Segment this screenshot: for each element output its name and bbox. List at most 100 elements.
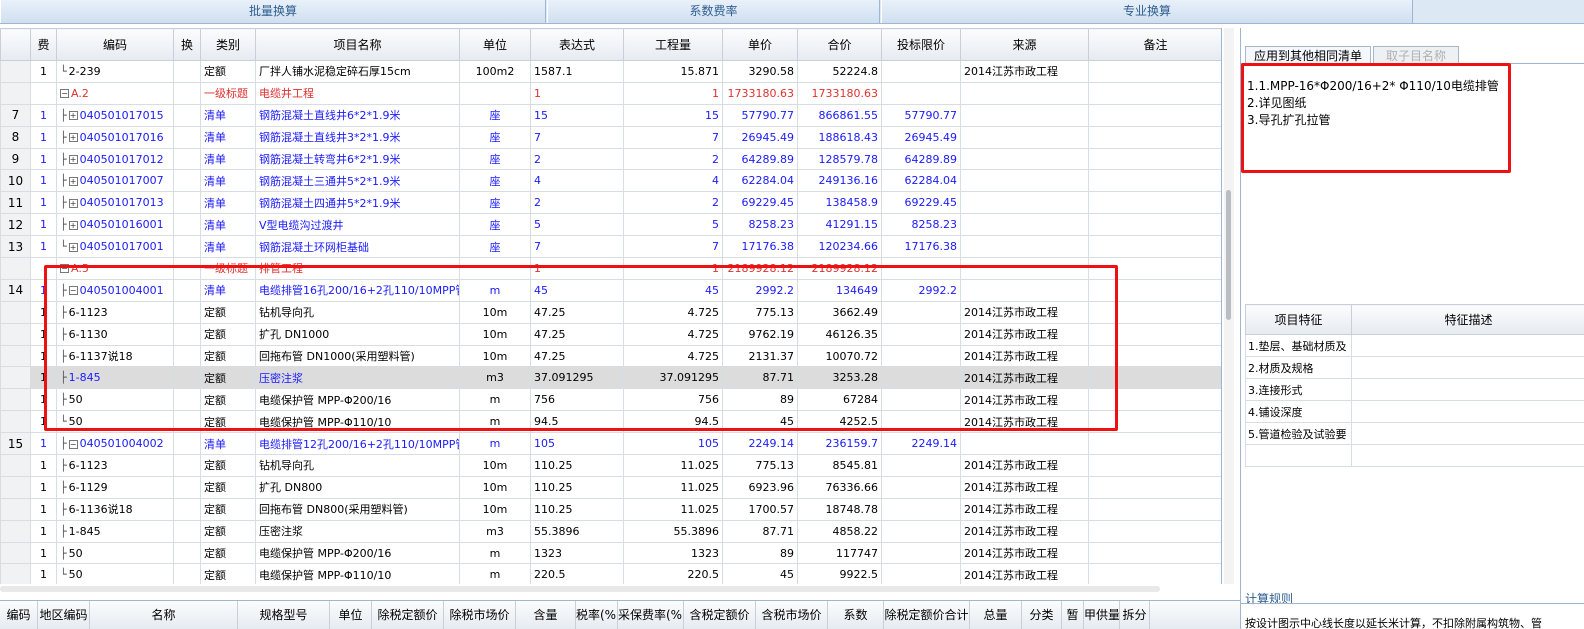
material-col-header[interactable]: 单位	[330, 601, 372, 629]
qty-cell[interactable]: 37.091295	[623, 366, 723, 390]
remark-cell[interactable]	[1088, 278, 1221, 302]
total-cell[interactable]: 9922.5	[797, 563, 882, 584]
expand-icon[interactable]: +	[68, 220, 78, 230]
source-cell[interactable]	[960, 213, 1089, 237]
total-cell[interactable]: 236159.7	[797, 432, 882, 456]
type-cell[interactable]: 定额	[200, 344, 256, 368]
table-row[interactable]: 10 1 ├ +040501017007 清单 钢筋混凝土三通井5*2*1.9米座 4 4 62…	[0, 169, 1221, 193]
swap-cell[interactable]	[173, 344, 201, 368]
fee-cell[interactable]: 1	[30, 322, 57, 346]
remark-cell[interactable]	[1088, 475, 1221, 499]
fee-cell[interactable]: 1	[30, 519, 57, 543]
material-col-header[interactable]: 除税定额价合计	[884, 601, 970, 629]
source-cell[interactable]: 2014江苏市政工程	[960, 519, 1089, 543]
fee-cell[interactable]: 1	[30, 60, 57, 83]
limit-cell[interactable]	[881, 388, 961, 412]
total-cell[interactable]: 3253.28	[797, 366, 882, 390]
collapse-icon[interactable]: −	[60, 89, 69, 99]
type-cell[interactable]: 清单	[200, 432, 256, 456]
price-cell[interactable]: 45	[722, 563, 798, 584]
limit-cell[interactable]: 62284.04	[881, 169, 961, 193]
material-col-header[interactable]: 系数	[828, 601, 884, 629]
type-cell[interactable]: 清单	[200, 169, 256, 193]
fee-cell[interactable]: 1	[30, 235, 57, 259]
remark-cell[interactable]	[1088, 454, 1221, 477]
name-cell[interactable]: 钻机导向孔	[255, 454, 460, 477]
source-cell[interactable]: 2014江苏市政工程	[960, 475, 1089, 499]
name-cell[interactable]: 压密注浆	[255, 519, 460, 543]
limit-cell[interactable]	[881, 344, 961, 368]
price-cell[interactable]: 9762.19	[722, 322, 798, 346]
qty-cell[interactable]: 45	[623, 278, 723, 302]
type-cell[interactable]: 定额	[200, 322, 256, 346]
tab-apply-same-list[interactable]: 应用到其他相同清单	[1245, 46, 1371, 65]
qty-cell[interactable]: 4.725	[623, 300, 723, 324]
remark-cell[interactable]	[1088, 147, 1221, 171]
limit-cell[interactable]: 69229.45	[881, 191, 961, 215]
total-cell[interactable]: 10070.72	[797, 344, 882, 368]
col-code[interactable]: 编码	[56, 28, 174, 61]
limit-cell[interactable]: 2992.2	[881, 278, 961, 302]
qty-cell[interactable]: 2	[623, 191, 723, 215]
table-row[interactable]: 11 1 ├ +040501017013 清单 钢筋混凝土四通井5*2*1.9米座 2 2 69…	[0, 191, 1221, 215]
fee-cell[interactable]: 1	[30, 278, 57, 302]
limit-cell[interactable]	[881, 322, 961, 346]
remark-cell[interactable]	[1088, 410, 1221, 434]
material-col-header[interactable]: 名称	[90, 601, 238, 629]
name-cell[interactable]: 电缆排管12孔200/16+2孔110/10MPP管	[255, 432, 460, 456]
col-swap[interactable]: 换	[173, 28, 201, 61]
unit-cell[interactable]: m	[459, 432, 531, 456]
fee-cell[interactable]: 1	[30, 103, 57, 127]
expr-cell[interactable]: 2	[530, 191, 624, 215]
fee-cell[interactable]: 1	[30, 541, 57, 565]
expr-cell[interactable]: 1587.1	[530, 60, 624, 83]
price-cell[interactable]: 2189928.12	[722, 257, 798, 280]
source-cell[interactable]: 2014江苏市政工程	[960, 300, 1089, 324]
total-cell[interactable]: 134649	[797, 278, 882, 302]
total-cell[interactable]: 1733180.63	[797, 81, 882, 105]
source-cell[interactable]: 2014江苏市政工程	[960, 410, 1089, 434]
code-cell[interactable]: ├ +040501017012	[56, 147, 174, 171]
total-cell[interactable]: 120234.66	[797, 235, 882, 259]
expand-icon[interactable]: +	[68, 133, 78, 143]
name-cell[interactable]: 钢筋混凝土环网柜基础	[255, 235, 460, 259]
unit-cell[interactable]	[459, 81, 531, 105]
unit-cell[interactable]: m	[459, 541, 531, 565]
remark-cell[interactable]	[1088, 432, 1221, 456]
material-col-header[interactable]: 编码	[0, 601, 38, 629]
table-row[interactable]: 1 └ 50 定额 电缆保护管 MPP-Φ110/10 m 220.5 220.5 45 9922…	[0, 563, 1221, 584]
total-cell[interactable]: 41291.15	[797, 213, 882, 237]
price-cell[interactable]: 64289.89	[722, 147, 798, 171]
source-cell[interactable]: 2014江苏市政工程	[960, 541, 1089, 565]
total-cell[interactable]: 46126.35	[797, 322, 882, 346]
expr-cell[interactable]: 55.3896	[530, 519, 624, 543]
swap-cell[interactable]	[173, 147, 201, 171]
table-row[interactable]: 15 1 ├ −040501004002 清单 电缆排管12孔200/16+2孔110/1…	[0, 432, 1221, 456]
name-cell[interactable]: 排管工程	[255, 257, 460, 280]
price-cell[interactable]: 1700.57	[722, 497, 798, 521]
limit-cell[interactable]: 17176.38	[881, 235, 961, 259]
unit-cell[interactable]: 座	[459, 103, 531, 127]
source-cell[interactable]	[960, 147, 1089, 171]
feature-desc[interactable]	[1351, 400, 1584, 423]
source-cell[interactable]: 2014江苏市政工程	[960, 497, 1089, 521]
total-cell[interactable]: 4858.22	[797, 519, 882, 543]
unit-cell[interactable]: m	[459, 388, 531, 412]
swap-cell[interactable]	[173, 191, 201, 215]
code-cell[interactable]: ├ +040501017007	[56, 169, 174, 193]
qty-cell[interactable]: 11.025	[623, 475, 723, 499]
feature-name[interactable]: 5.管道检验及试验要	[1245, 422, 1352, 445]
total-cell[interactable]: 2189928.12	[797, 257, 882, 280]
fee-cell[interactable]	[30, 81, 57, 105]
qty-cell[interactable]: 7	[623, 235, 723, 259]
material-col-header[interactable]: 规格型号	[238, 601, 330, 629]
grid-horizontal-scrollbar[interactable]	[0, 586, 1160, 592]
fee-cell[interactable]	[30, 257, 57, 280]
collapse-icon[interactable]: −	[68, 439, 78, 449]
fee-cell[interactable]: 1	[30, 475, 57, 499]
price-cell[interactable]: 2131.37	[722, 344, 798, 368]
swap-cell[interactable]	[173, 410, 201, 434]
material-col-header[interactable]: 税率(%)	[576, 601, 618, 629]
limit-cell[interactable]	[881, 519, 961, 543]
col-remark[interactable]: 备注	[1088, 28, 1221, 61]
